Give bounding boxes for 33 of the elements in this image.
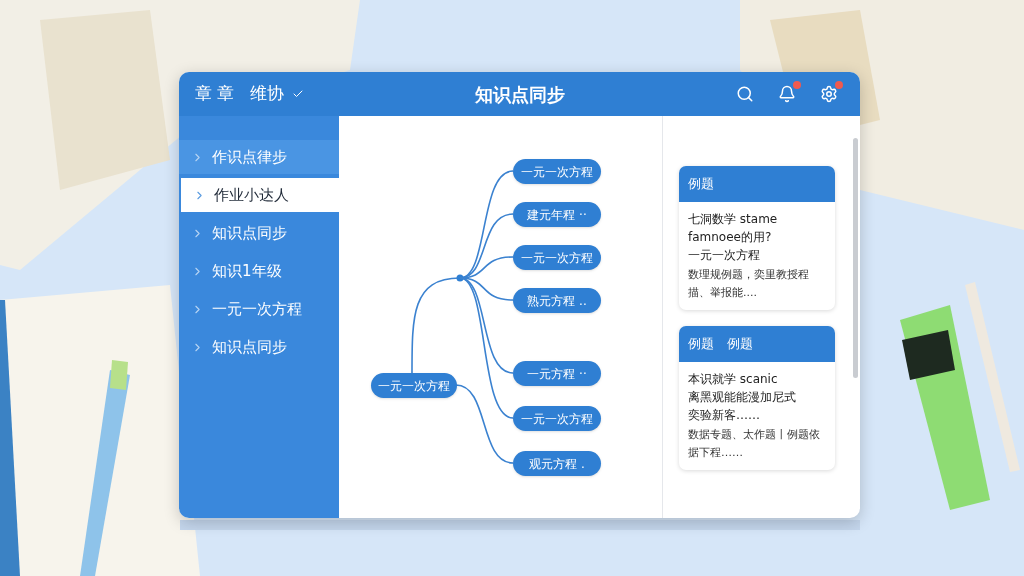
card-text: 七洞数学 stame xyxy=(688,211,779,228)
card-summary: 数理规例题，奕里教授程描、举报能.... xyxy=(688,267,810,301)
mind-map-node[interactable]: 一元方程 ·· xyxy=(513,361,601,386)
scrollbar[interactable] xyxy=(853,138,858,378)
mind-map-node[interactable]: 一元一次方程 xyxy=(513,159,601,184)
mind-map-node[interactable]: 一元一次方程 xyxy=(513,245,601,270)
sidebar-item[interactable]: 知识点同步 xyxy=(179,216,339,250)
card-title: 例题 xyxy=(688,175,714,194)
check-icon xyxy=(292,88,305,100)
sidebar-item[interactable]: 知识点同步 xyxy=(179,330,339,364)
mind-map-node[interactable]: 建元年程 ·· xyxy=(513,202,601,227)
card-summary: 数据专题、太作题丨例题依据下程…… xyxy=(688,427,821,461)
sidebar-item[interactable]: 作业小达人 xyxy=(179,178,339,212)
card-text: 一元一次方程 xyxy=(688,247,761,264)
card-title: 例题 例题 xyxy=(688,335,753,354)
card-text: 离黑观能能漫加尼式 xyxy=(688,389,797,406)
sidebar-item[interactable]: 知识1年级 xyxy=(179,254,339,288)
card-text: 奕验新客…… xyxy=(688,407,761,424)
settings-icon xyxy=(820,85,838,103)
header-label: 章 章 xyxy=(195,82,235,106)
mind-map-node[interactable]: 一元一次方程 xyxy=(513,406,601,431)
sidebar-item[interactable]: 一元一次方程 xyxy=(179,292,339,326)
hub-dot xyxy=(456,274,464,282)
sidebar-item[interactable]: 作识点律步 xyxy=(179,140,339,174)
mind-map-node[interactable]: 一元一次方程 xyxy=(371,373,457,398)
mind-map-node[interactable]: 观元方程 . xyxy=(513,451,601,476)
header-label: 维协 xyxy=(250,82,285,106)
card-text: 本识就学 scanic xyxy=(688,371,779,388)
search-icon xyxy=(736,85,754,103)
bell-icon xyxy=(778,85,796,103)
mind-map-node[interactable]: 熟元方程 .. xyxy=(513,288,601,313)
card-text: famnoee的用? xyxy=(688,229,773,246)
window-title: 知识点同步 xyxy=(474,82,565,107)
